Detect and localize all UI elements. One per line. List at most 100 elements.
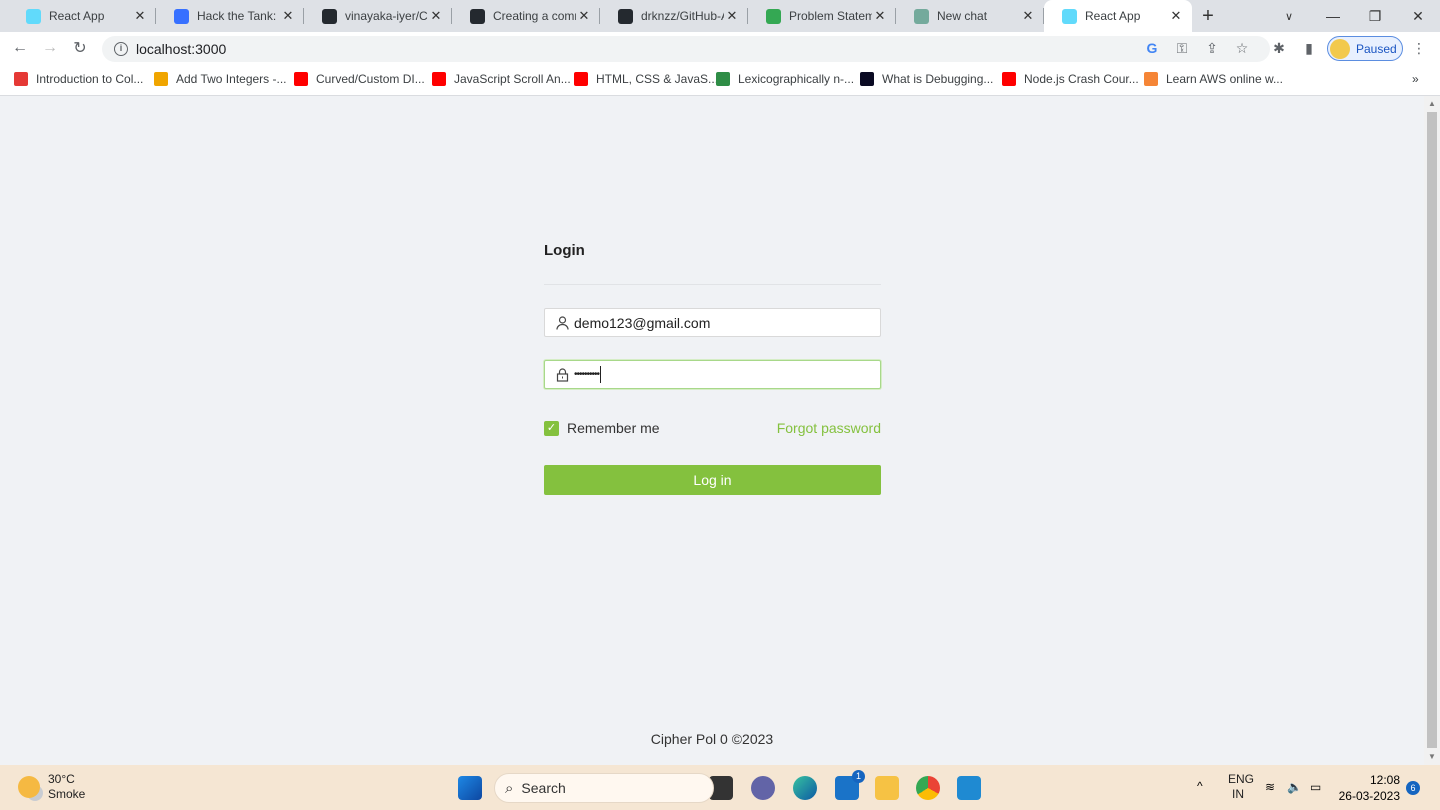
tab[interactable]: React App ✕ — [8, 0, 156, 32]
bookmark-item[interactable]: Lexicographically n-... — [716, 72, 854, 86]
search-label: Search — [521, 780, 566, 796]
tab[interactable]: Hack the Tank: Da✕ — [156, 0, 304, 32]
bookmark-title: HTML, CSS & JavaS... — [596, 72, 719, 86]
bookmark-item[interactable]: Node.js Crash Cour... — [1002, 72, 1139, 86]
bookmark-item[interactable]: HTML, CSS & JavaS... — [574, 72, 718, 86]
wifi-icon[interactable]: ≋ — [1265, 780, 1275, 794]
star-icon[interactable]: ☆ — [1233, 40, 1251, 57]
bookmark-icon — [14, 72, 28, 86]
lock-icon — [556, 367, 569, 382]
back-button[interactable]: ← — [8, 36, 32, 60]
menu-icon[interactable]: ⋮ — [1410, 40, 1428, 57]
divider — [544, 284, 881, 285]
chrome-icon[interactable] — [916, 776, 940, 800]
tab[interactable]: New chat ✕ — [896, 0, 1044, 32]
bookmark-title: Node.js Crash Cour... — [1024, 72, 1139, 86]
taskbar: 30°C Smoke 1 ^ ≋ 🔈 ▭ 6 — [0, 765, 1440, 810]
tab-title: New chat — [937, 9, 988, 23]
footer-text: Cipher Pol 0 ©2023 — [650, 731, 774, 747]
lang-bottom: IN — [1232, 787, 1244, 801]
clock[interactable]: 12:08 26-03-2023 — [1338, 772, 1400, 804]
url-text: localhost:3000 — [136, 41, 227, 57]
side-panel-icon[interactable]: ▮ — [1300, 40, 1318, 57]
tab-title: drknzz/GitHub-A — [641, 9, 724, 23]
taskbar-search[interactable]: ⌕ Search — [494, 773, 714, 803]
tab[interactable]: React App ✕ — [1044, 0, 1192, 32]
mail-badge: 1 — [852, 770, 865, 783]
browser-toolbar: ← → ↻ i localhost:3000 G ⚿ ⇪ ☆ ✱ ▮ ⋮ — [0, 32, 1440, 64]
bookmark-title: Lexicographically n-... — [738, 72, 855, 86]
volume-icon[interactable]: 🔈 — [1287, 780, 1302, 794]
bookmark-item[interactable]: Add Two Integers -... — [154, 72, 287, 86]
tab[interactable]: drknzz/GitHub-A ✕ — [600, 0, 748, 32]
bookmark-item[interactable]: Curved/Custom DI... — [294, 72, 425, 86]
battery-icon[interactable]: ▭ — [1310, 780, 1321, 794]
minimize-button[interactable]: — — [1311, 0, 1355, 32]
address-bar[interactable]: i localhost:3000 — [102, 36, 1270, 62]
more-bookmarks-button[interactable]: » — [1412, 72, 1419, 86]
vscode-icon[interactable] — [957, 776, 981, 800]
edge-icon[interactable] — [793, 776, 817, 800]
teams-icon[interactable] — [751, 776, 775, 800]
bookmark-item[interactable]: What is Debugging... — [860, 72, 993, 86]
close-window-button[interactable]: ✕ — [1396, 0, 1440, 32]
tab-search-button[interactable]: ∨ — [1267, 0, 1311, 32]
search-icon: ⌕ — [505, 779, 514, 797]
site-info-icon[interactable]: i — [114, 42, 128, 56]
weather-condition: Smoke — [48, 787, 86, 801]
show-hidden-icons[interactable]: ^ — [1197, 779, 1203, 793]
user-icon — [556, 315, 569, 330]
lang-top: ENG — [1228, 772, 1255, 786]
extensions-icon[interactable]: ✱ — [1270, 40, 1288, 57]
file-explorer-icon[interactable] — [875, 776, 899, 800]
youtube-icon — [432, 72, 446, 86]
remember-me-checkbox[interactable]: ✓ Remember me — [544, 420, 660, 436]
google-drive-icon — [766, 8, 781, 24]
scrollbar-thumb[interactable] — [1427, 112, 1437, 748]
profile-status: Paused — [1356, 41, 1397, 56]
close-tab-icon[interactable]: ✕ — [280, 8, 296, 24]
tab[interactable]: Problem Stateme✕ — [748, 0, 896, 32]
login-button[interactable]: Log in — [544, 465, 881, 495]
checkmark-icon[interactable]: ✓ — [544, 420, 559, 436]
bookmark-item[interactable]: JavaScript Scroll An... — [432, 72, 571, 86]
scroll-down-icon[interactable]: ▼ — [1428, 752, 1436, 761]
notification-badge[interactable]: 6 — [1406, 781, 1420, 795]
text-caret — [600, 366, 602, 383]
reload-button[interactable]: ↻ — [68, 36, 92, 60]
password-field[interactable]: •••••••••• — [544, 360, 881, 389]
tab-title: Hack the Tank: Da — [197, 9, 280, 23]
close-tab-icon[interactable]: ✕ — [428, 8, 444, 24]
new-tab-button[interactable]: + — [1186, 0, 1230, 32]
mail-icon[interactable]: 1 — [835, 770, 865, 800]
page-content — [0, 96, 1424, 765]
weather-widget[interactable]: 30°C Smoke — [18, 772, 85, 802]
close-tab-icon[interactable]: ✕ — [132, 8, 148, 24]
devfolio-icon — [174, 8, 189, 24]
close-tab-icon[interactable]: ✕ — [576, 8, 592, 24]
close-tab-icon[interactable]: ✕ — [724, 8, 740, 24]
google-icon[interactable]: G — [1143, 40, 1161, 56]
date: 26-03-2023 — [1338, 789, 1400, 803]
share-icon[interactable]: ⇪ — [1203, 40, 1221, 57]
scrollbar[interactable]: ▲ ▼ — [1424, 96, 1440, 765]
close-tab-icon[interactable]: ✕ — [872, 8, 888, 24]
email-field[interactable]: demo123@gmail.com — [544, 308, 881, 337]
restore-button[interactable]: ❐ — [1353, 0, 1397, 32]
close-tab-icon[interactable]: ✕ — [1168, 8, 1184, 24]
geeksforgeeks-icon — [716, 72, 730, 86]
windows-start-icon[interactable] — [458, 776, 482, 800]
bookmark-title: JavaScript Scroll An... — [454, 72, 571, 86]
close-tab-icon[interactable]: ✕ — [1020, 8, 1036, 24]
key-icon[interactable]: ⚿ — [1173, 40, 1191, 57]
tab[interactable]: vinayaka-iyer/Cip ✕ — [304, 0, 452, 32]
chatgpt-icon — [914, 8, 929, 24]
bookmark-title: Learn AWS online w... — [1166, 72, 1283, 86]
forgot-password-link[interactable]: Forgot password — [777, 420, 881, 436]
tab[interactable]: Creating a comm ✕ — [452, 0, 600, 32]
bookmark-item[interactable]: Introduction to Col... — [14, 72, 143, 86]
forward-button[interactable]: → — [38, 36, 62, 60]
bookmark-item[interactable]: Learn AWS online w... — [1144, 72, 1283, 86]
scroll-up-icon[interactable]: ▲ — [1428, 99, 1436, 108]
profile-button[interactable]: Paused — [1327, 36, 1403, 61]
